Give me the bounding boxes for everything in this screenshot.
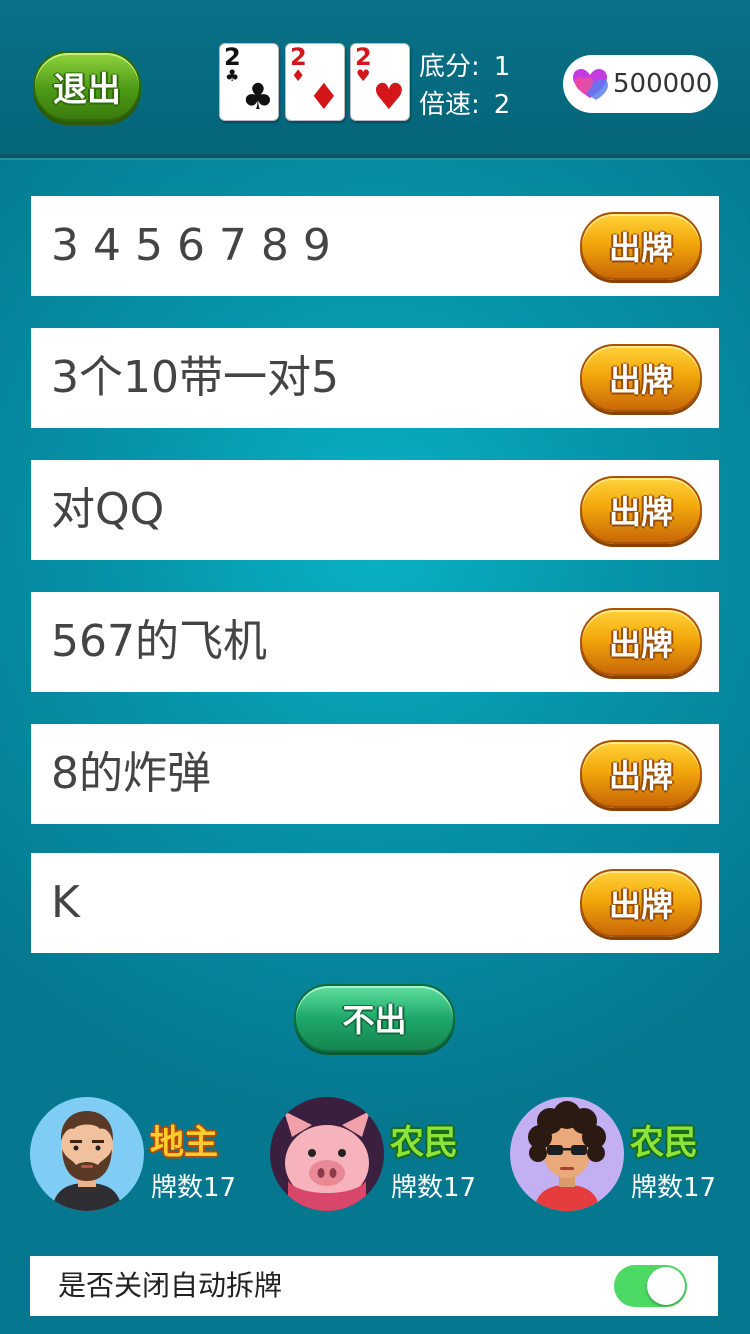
base-score: 底分: 1 <box>417 46 510 83</box>
option-label: 3个10带一对5 <box>51 352 339 403</box>
player-farmer-1: 农民 牌数17 <box>270 1097 490 1213</box>
heart-icon: ♥ <box>356 66 371 85</box>
multiplier-label: 倍速: <box>419 90 480 120</box>
hearts-icon <box>573 69 608 100</box>
curly-hair-sunglasses-avatar <box>510 1097 624 1211</box>
base-score-value: 1 <box>493 52 511 82</box>
play-option-straight: 3 4 5 6 7 8 9 出牌 <box>31 196 719 296</box>
play-button[interactable]: 出牌 <box>580 476 702 544</box>
bearded-man-avatar <box>30 1097 144 1211</box>
club-icon: ♣ <box>241 77 274 118</box>
option-label: K <box>51 877 80 928</box>
role-label: 农民 <box>630 1123 698 1163</box>
play-button[interactable]: 出牌 <box>580 212 702 280</box>
play-option-triple-with-pair: 3个10带一对5 出牌 <box>31 328 719 428</box>
diamond-icon: ♦ <box>291 66 306 85</box>
play-option-bomb: 8的炸弹 出牌 <box>31 724 719 824</box>
diamond-icon: ♦ <box>307 77 340 118</box>
multiplier-value: 2 <box>493 90 511 120</box>
toggle-knob <box>647 1267 685 1305</box>
card-count: 牌数17 <box>151 1173 237 1203</box>
player-landlord: 地主 牌数17 <box>30 1097 250 1213</box>
role-label: 农民 <box>390 1123 458 1163</box>
card-count: 牌数17 <box>631 1173 717 1203</box>
bottom-card-3: 2 ♥ ♥ <box>350 43 410 121</box>
exit-button[interactable]: 退出 <box>33 51 141 121</box>
auto-split-toggle[interactable] <box>614 1265 687 1307</box>
card-count: 牌数17 <box>391 1173 477 1203</box>
role-label: 地主 <box>150 1123 218 1163</box>
play-option-pair: 对QQ 出牌 <box>31 460 719 560</box>
auto-split-label: 是否关闭自动拆牌 <box>58 1269 283 1302</box>
option-label: 3 4 5 6 7 8 9 <box>51 220 331 271</box>
play-option-airplane: 567的飞机 出牌 <box>31 592 719 692</box>
play-button[interactable]: 出牌 <box>580 869 702 937</box>
top-bar: 退出 2 ♣ ♣ 2 ♦ ♦ 2 ♥ ♥ 底分: 1 倍速: 2 500000 <box>0 0 750 158</box>
pig-avatar <box>270 1097 384 1211</box>
play-button[interactable]: 出牌 <box>580 608 702 676</box>
bottom-card-2: 2 ♦ ♦ <box>285 43 345 121</box>
bottom-card-1: 2 ♣ ♣ <box>219 43 279 121</box>
club-icon: ♣ <box>225 66 240 85</box>
multiplier: 倍速: 2 <box>417 84 510 121</box>
auto-split-setting: 是否关闭自动拆牌 <box>30 1256 718 1316</box>
play-button[interactable]: 出牌 <box>580 740 702 808</box>
coin-balance: 500000 <box>563 55 718 113</box>
base-score-label: 底分: <box>419 52 480 82</box>
player-farmer-2: 农民 牌数17 <box>510 1097 730 1213</box>
pass-button[interactable]: 不出 <box>294 984 455 1052</box>
heart-icon: ♥ <box>372 77 405 118</box>
option-label: 8的炸弹 <box>51 748 211 799</box>
play-option-single: K 出牌 <box>31 853 719 953</box>
option-label: 567的飞机 <box>51 616 267 667</box>
coin-amount: 500000 <box>613 69 713 99</box>
option-label: 对QQ <box>51 484 165 535</box>
play-button[interactable]: 出牌 <box>580 344 702 412</box>
